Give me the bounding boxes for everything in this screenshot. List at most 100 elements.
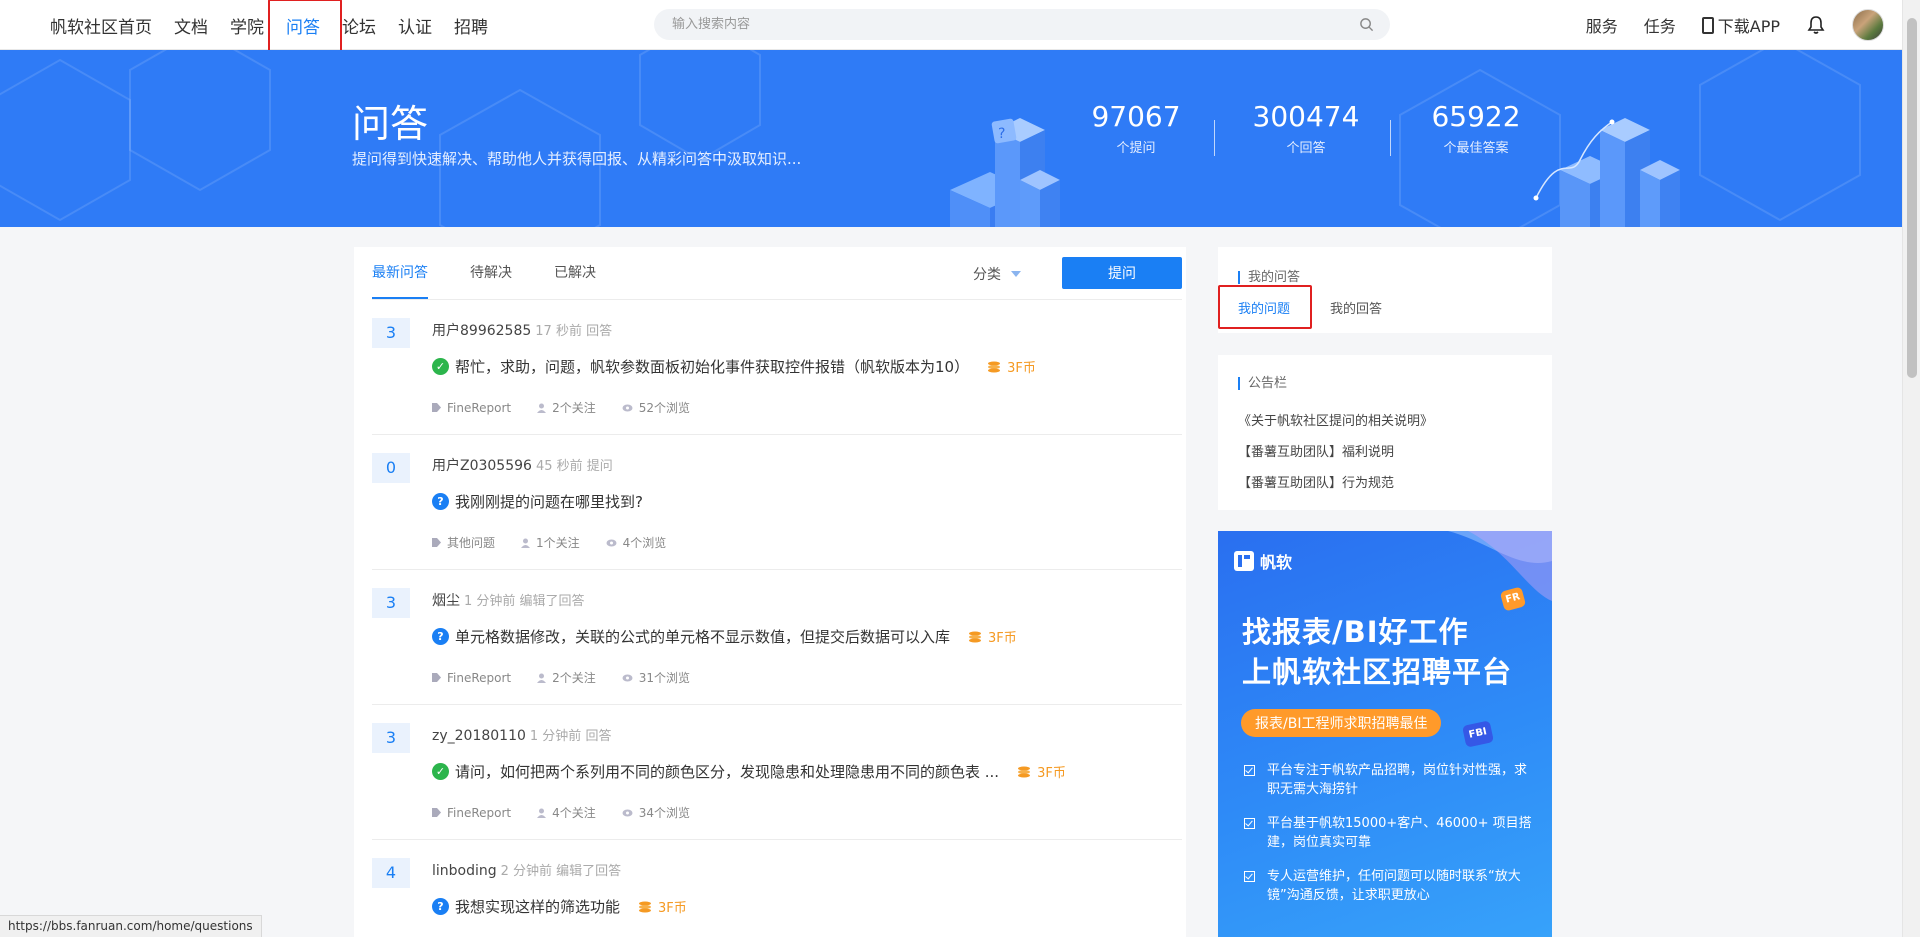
follow-count: 2个关注 bbox=[537, 669, 596, 686]
question-meta: 烟尘 1 分钟前 编辑了回答 bbox=[432, 590, 585, 610]
tab-my-questions[interactable]: 我的问题 bbox=[1217, 285, 1313, 329]
question-tags: 其他问题 1个关注 4个浏览 bbox=[432, 534, 692, 551]
coin-icon bbox=[1018, 766, 1031, 777]
question-title[interactable]: ✓ 请问，如何把两个系列用不同的颜色区分，发现隐患和处理隐患用不同的颜色表 ..… bbox=[432, 761, 1066, 782]
coin-amount: 3F币 bbox=[1037, 766, 1066, 781]
view-count-text: 52个浏览 bbox=[638, 401, 691, 415]
question-category-tag[interactable]: 其他问题 bbox=[432, 534, 495, 551]
follow-count-text: 2个关注 bbox=[552, 671, 596, 685]
question-title[interactable]: ? 我刚刚提的问题在哪里找到? bbox=[432, 491, 643, 512]
question-user[interactable]: zy_20180110 bbox=[432, 728, 526, 744]
nav-jobs[interactable]: 招聘 bbox=[454, 13, 488, 38]
qa-banner: ? 问答 提问得到快速解决、帮助他人并获得回报、从精彩问答中汲取知识... 97… bbox=[0, 50, 1902, 227]
notice-link[interactable]: 《关于帆软社区提问的相关说明》 bbox=[1238, 410, 1433, 429]
nav-qa[interactable]: 问答 bbox=[268, 0, 342, 55]
tab-latest[interactable]: 最新问答 bbox=[372, 247, 428, 299]
nav-certification[interactable]: 认证 bbox=[398, 13, 432, 38]
stat-divider bbox=[1214, 120, 1215, 156]
notice-link[interactable]: 【番薯互助团队】福利说明 bbox=[1238, 441, 1394, 460]
banner-subtitle: 提问得到快速解决、帮助他人并获得回报、从精彩问答中汲取知识... bbox=[352, 150, 802, 168]
question-tags: FineReport 4个关注 34个浏览 bbox=[432, 804, 716, 821]
nav-tasks[interactable]: 任务 bbox=[1644, 13, 1676, 37]
scrollbar-thumb[interactable] bbox=[1907, 18, 1917, 378]
user-icon bbox=[537, 808, 547, 818]
nav-forum[interactable]: 论坛 bbox=[342, 13, 376, 38]
notice-link[interactable]: 【番薯互助团队】行为规范 bbox=[1238, 472, 1394, 491]
view-count: 4个浏览 bbox=[606, 534, 667, 551]
question-tabs: 最新问答 待解决 已解决 bbox=[372, 247, 638, 299]
view-count-text: 4个浏览 bbox=[622, 536, 667, 550]
checkbox-icon bbox=[1244, 871, 1255, 882]
answer-count: 3 bbox=[372, 318, 410, 348]
question-title[interactable]: ? 单元格数据修改，关联的公式的单元格不显示数值，但提交后数据可以入库 3F币 bbox=[432, 626, 1017, 647]
view-count-text: 31个浏览 bbox=[638, 671, 691, 685]
question-tags: FineReport 2个关注 31个浏览 bbox=[432, 669, 716, 686]
coin-amount: 3F币 bbox=[1007, 361, 1036, 376]
banner-title: 问答 bbox=[352, 102, 429, 146]
page-scrollbar[interactable] bbox=[1902, 0, 1920, 937]
question-user[interactable]: 烟尘 bbox=[432, 593, 460, 609]
question-title[interactable]: ? 我想实现这样的筛选功能 3F币 bbox=[432, 896, 687, 917]
question-category-tag[interactable]: FineReport bbox=[432, 401, 511, 415]
question-user[interactable]: linboding bbox=[432, 863, 497, 879]
nav-academy[interactable]: 学院 bbox=[230, 13, 264, 38]
bell-icon[interactable] bbox=[1806, 15, 1826, 35]
ad-point: 平台基于帆软15000+客户、46000+ 项目搭建，岗位真实可靠 bbox=[1244, 814, 1534, 852]
checkbox-icon bbox=[1244, 818, 1255, 829]
question-user[interactable]: 用户89962585 bbox=[432, 323, 531, 339]
stat-questions-number: 97067 bbox=[1091, 100, 1181, 133]
checkbox-icon bbox=[1244, 765, 1255, 776]
tab-unsolved[interactable]: 待解决 bbox=[470, 247, 512, 299]
tag-icon bbox=[432, 538, 441, 547]
stat-best-answers-number: 65922 bbox=[1431, 100, 1521, 133]
question-category-tag[interactable]: FineReport bbox=[432, 806, 511, 820]
coin-icon bbox=[639, 901, 652, 912]
coin-reward: 3F币 bbox=[968, 627, 1017, 646]
category-dropdown[interactable]: 分类 bbox=[973, 264, 1021, 284]
nav-home[interactable]: 帆软社区首页 bbox=[50, 13, 152, 38]
coin-icon bbox=[969, 631, 982, 642]
tab-my-answers[interactable]: 我的回答 bbox=[1330, 298, 1382, 317]
question-meta: 用户89962585 17 秒前 回答 bbox=[432, 320, 612, 340]
tag-label: FineReport bbox=[447, 400, 512, 415]
check-icon: ✓ bbox=[432, 358, 449, 375]
tag-label: FineReport bbox=[447, 805, 512, 820]
ask-question-button[interactable]: 提问 bbox=[1062, 257, 1182, 289]
nav-right: 服务 任务 下载APP bbox=[1560, 0, 1884, 50]
question-title[interactable]: ✓ 帮忙，求助，问题，帆软参数面板初始化事件获取控件报错（帆软版本为10） 3F… bbox=[432, 356, 1036, 377]
user-avatar[interactable] bbox=[1852, 9, 1884, 41]
download-app-label: 下载APP bbox=[1717, 17, 1780, 36]
question-mark-icon: ? bbox=[432, 628, 449, 645]
search-icon[interactable] bbox=[1359, 17, 1374, 32]
question-category-tag[interactable]: FineReport bbox=[432, 671, 511, 685]
question-list-panel: 最新问答 待解决 已解决 分类 提问 3 用户89962585 17 秒前 回答 … bbox=[354, 247, 1186, 937]
main-nav: 帆软社区首页 文档 学院 问答 论坛 认证 招聘 bbox=[50, 0, 510, 55]
nav-download-app[interactable]: 下载APP bbox=[1701, 13, 1780, 37]
job-platform-ad[interactable]: 帆软 FR FBI 找报表/BI好工作 上帆软社区招聘平台 报表/BI工程师求职… bbox=[1218, 531, 1552, 937]
tag-label: FineReport bbox=[447, 670, 512, 685]
stat-divider bbox=[1390, 120, 1391, 156]
nav-services[interactable]: 服务 bbox=[1586, 13, 1618, 37]
question-title-text: 请问，如何把两个系列用不同的颜色区分，发现隐患和处理隐患用不同的颜色表 ... bbox=[455, 763, 1000, 781]
phone-icon bbox=[1701, 16, 1714, 34]
question-time: 1 分钟前 回答 bbox=[529, 729, 612, 744]
question-tags: FineReport 2个关注 52个浏览 bbox=[432, 399, 716, 416]
eye-icon bbox=[622, 809, 633, 816]
tag-icon bbox=[432, 403, 441, 412]
category-label: 分类 bbox=[973, 267, 1001, 283]
tab-solved[interactable]: 已解决 bbox=[554, 247, 596, 299]
stat-best-answers-label: 个最佳答案 bbox=[1443, 141, 1509, 156]
question-user[interactable]: 用户Z0305596 bbox=[432, 458, 532, 474]
question-time: 45 秒前 提问 bbox=[535, 459, 613, 474]
coin-icon bbox=[988, 361, 1001, 372]
answer-count: 4 bbox=[372, 858, 410, 888]
nav-docs[interactable]: 文档 bbox=[174, 13, 208, 38]
question-title-text: 我刚刚提的问题在哪里找到? bbox=[455, 493, 643, 511]
top-navbar: 帆软社区首页 文档 学院 问答 论坛 认证 招聘 服务 任务 下载APP bbox=[0, 0, 1902, 55]
user-icon bbox=[537, 403, 547, 413]
eye-icon bbox=[622, 404, 633, 411]
answer-count: 3 bbox=[372, 588, 410, 618]
stat-answers-number: 300474 bbox=[1252, 100, 1360, 133]
follow-count: 4个关注 bbox=[537, 804, 596, 821]
search-input[interactable] bbox=[654, 9, 1334, 40]
